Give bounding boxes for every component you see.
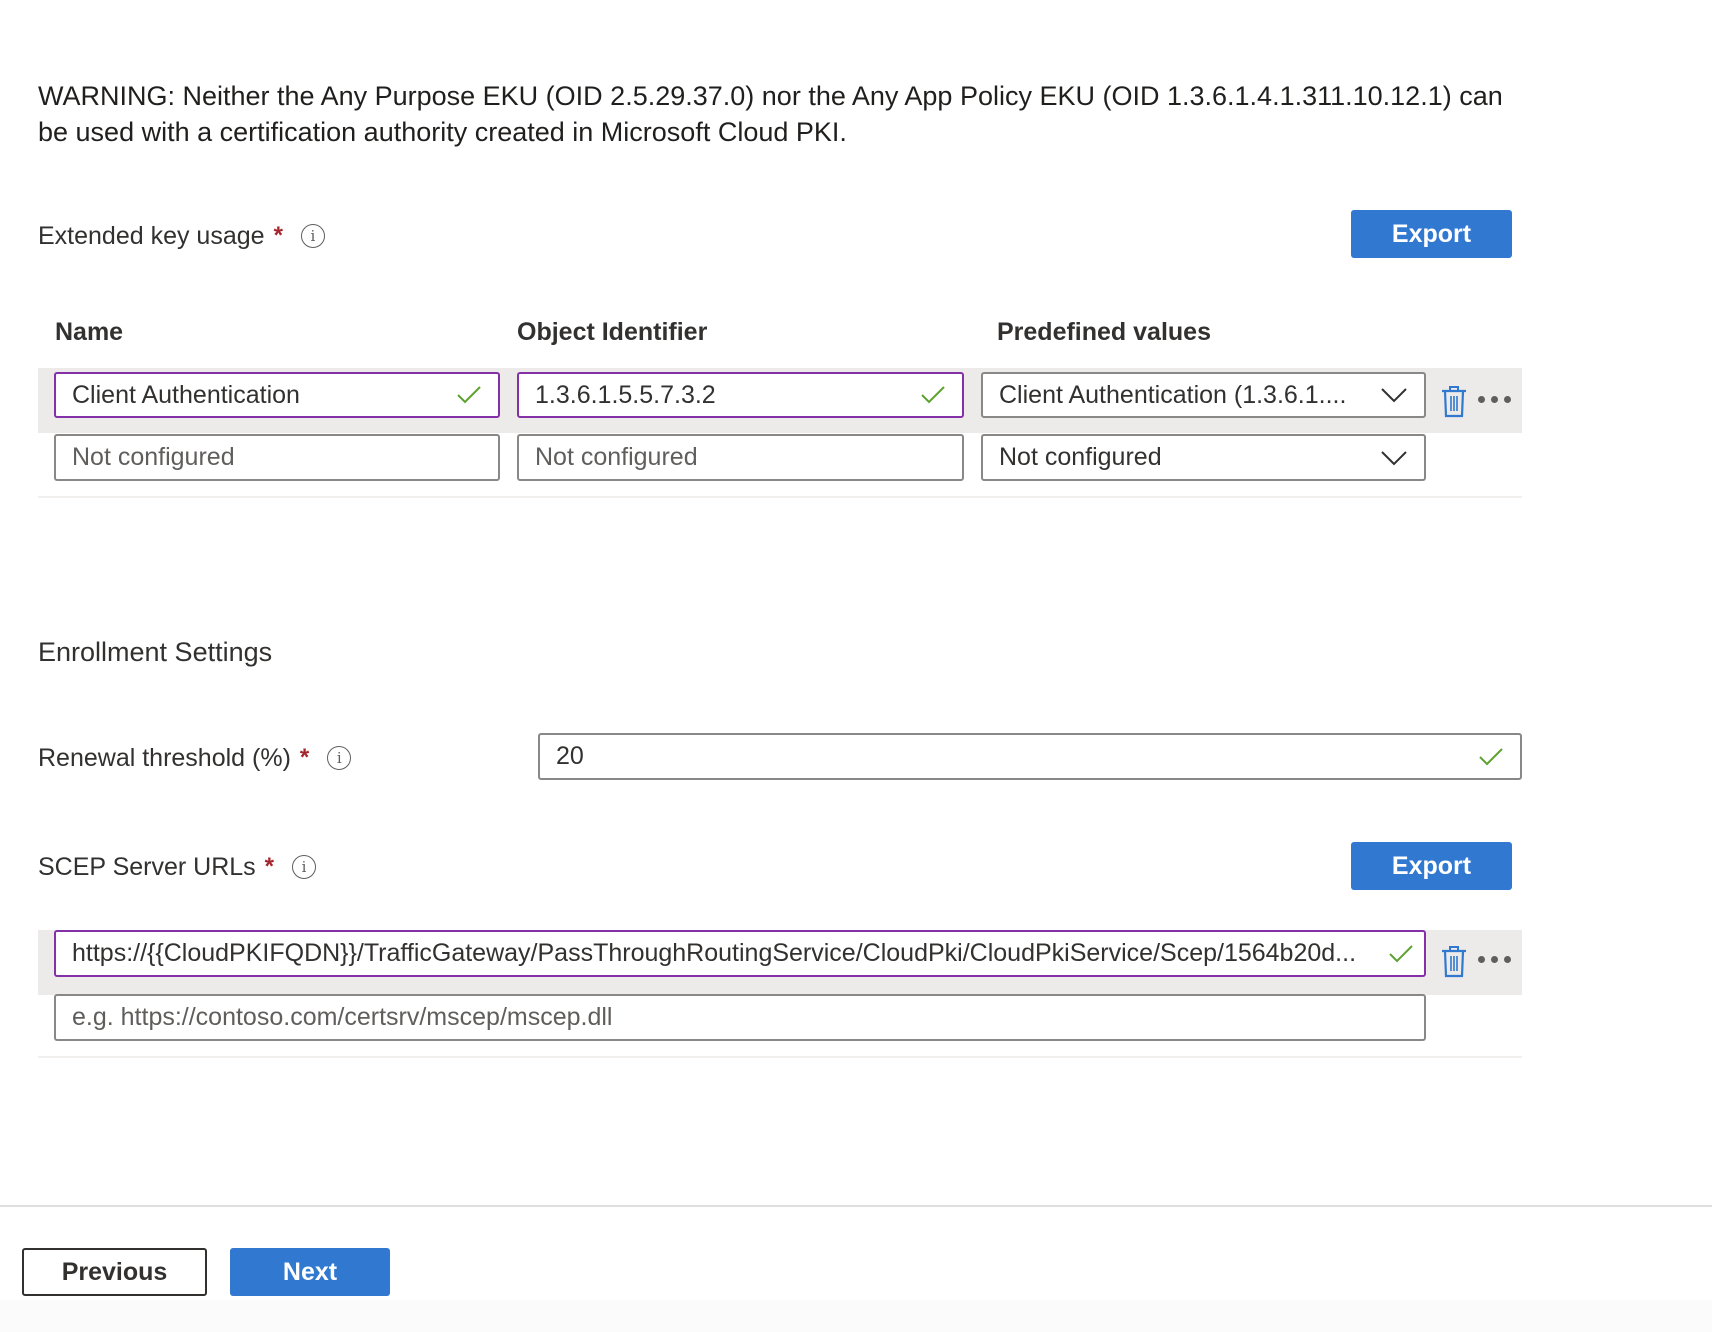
check-icon [921, 386, 945, 404]
eku-oid-input[interactable]: 1.3.6.1.5.5.7.3.2 [517, 372, 964, 418]
renewal-threshold-label: Renewal threshold (%) [38, 743, 291, 772]
eku-name-placeholder: Not configured [72, 443, 235, 471]
eku-label: Extended key usage [38, 221, 265, 250]
more-options-icon[interactable] [1478, 956, 1511, 963]
eku-name-input-empty[interactable]: Not configured [54, 434, 500, 481]
scep-url-placeholder: e.g. https://contoso.com/certsrv/mscep/m… [72, 1003, 613, 1031]
required-mark: * [299, 744, 310, 771]
trash-icon[interactable] [1440, 944, 1468, 978]
footer-background [0, 1300, 1712, 1332]
check-icon [1389, 944, 1413, 962]
footer-divider [0, 1205, 1712, 1207]
more-options-icon[interactable] [1478, 396, 1511, 403]
eku-table-divider [38, 496, 1522, 498]
page: WARNING: Neither the Any Purpose EKU (OI… [0, 0, 1712, 1332]
info-icon[interactable]: i [300, 224, 325, 248]
scep-label-group: SCEP Server URLs * i [38, 849, 317, 885]
eku-predefined-dropdown[interactable]: Client Authentication (1.3.6.1.... [981, 372, 1426, 418]
previous-button[interactable]: Previous [22, 1248, 207, 1296]
renewal-threshold-input[interactable]: 20 [538, 733, 1522, 780]
column-header-predefined: Predefined values [997, 318, 1211, 346]
eku-oid-placeholder: Not configured [535, 443, 698, 471]
required-mark: * [264, 853, 275, 880]
eku-name-input[interactable]: Client Authentication [54, 372, 500, 418]
scep-url-input-empty[interactable]: e.g. https://contoso.com/certsrv/mscep/m… [54, 994, 1426, 1041]
scep-table-divider [38, 1056, 1522, 1058]
column-header-oid: Object Identifier [517, 318, 708, 346]
trash-icon[interactable] [1440, 384, 1468, 418]
eku-export-button[interactable]: Export [1351, 210, 1512, 258]
eku-name-value: Client Authentication [72, 380, 300, 409]
column-header-name: Name [55, 318, 124, 346]
eku-warning-text: WARNING: Neither the Any Purpose EKU (OI… [38, 81, 1503, 147]
scep-export-button[interactable]: Export [1351, 842, 1512, 890]
chevron-down-icon [1381, 388, 1407, 403]
info-icon[interactable]: i [327, 746, 352, 770]
check-icon [1479, 747, 1503, 765]
renewal-label-group: Renewal threshold (%) * i [38, 740, 352, 776]
enrollment-settings-title: Enrollment Settings [38, 637, 273, 667]
check-icon [457, 386, 481, 404]
required-mark: * [273, 222, 283, 249]
next-button[interactable]: Next [230, 1248, 390, 1296]
info-icon[interactable]: i [292, 855, 317, 879]
renewal-threshold-value: 20 [556, 742, 584, 770]
scep-url-value: https://{{CloudPKIFQDN}}/TrafficGateway/… [72, 939, 1357, 967]
eku-predefined-empty-value: Not configured [999, 443, 1162, 471]
chevron-down-icon [1381, 450, 1407, 465]
eku-predefined-value: Client Authentication (1.3.6.1.... [999, 380, 1347, 409]
eku-oid-input-empty[interactable]: Not configured [517, 434, 964, 481]
eku-oid-value: 1.3.6.1.5.5.7.3.2 [535, 380, 716, 409]
scep-url-input[interactable]: https://{{CloudPKIFQDN}}/TrafficGateway/… [54, 930, 1426, 977]
eku-predefined-dropdown-empty[interactable]: Not configured [981, 434, 1426, 481]
scep-server-urls-label: SCEP Server URLs [38, 852, 256, 881]
eku-label-group: Extended key usage * i [38, 218, 325, 254]
